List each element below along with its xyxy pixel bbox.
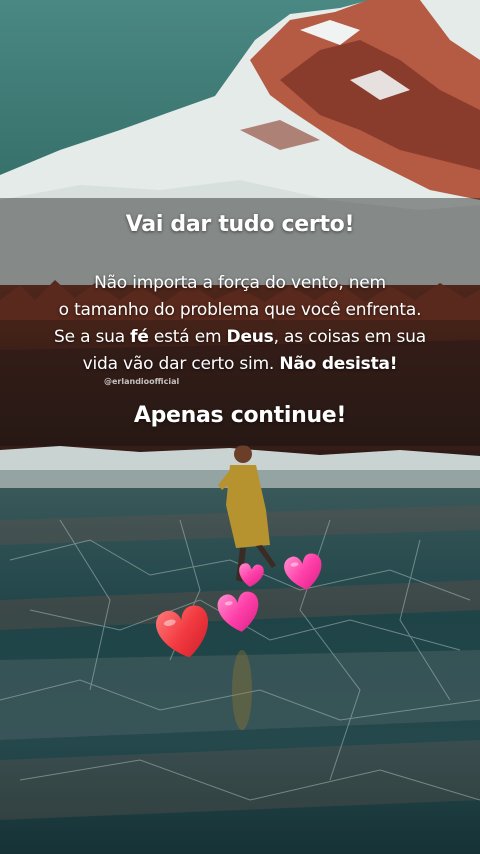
quote-line: Se a sua fé está em Deus, as coisas em s… (0, 324, 480, 351)
quote-title: Vai dar tudo certo! (125, 212, 355, 237)
emphasis-god: Deus (226, 327, 274, 347)
quote-body: Não importa a força do vento, nem o tama… (0, 270, 480, 378)
text-fragment: está em (148, 327, 227, 347)
quote-line: o tamanho do problema que você enfrenta. (58, 300, 422, 320)
watermark-handle: @erlandioofficial (104, 377, 180, 386)
text-fragment: vida vão dar certo sim. (82, 354, 280, 374)
quote-line: Não importa a força do vento, nem (94, 273, 386, 293)
emphasis-faith: fé (130, 327, 149, 347)
quote-line: vida vão dar certo sim. Não desista! (0, 351, 480, 378)
text-fragment: , as coisas em sua (273, 327, 427, 347)
quote-closing: Apenas continue! (133, 403, 347, 428)
emphasis-dont-give-up: Não desista! (279, 354, 398, 374)
photo-quote-post: Vai dar tudo certo! Não importa a força … (0, 0, 480, 854)
text-fragment: Se a sua (54, 327, 131, 347)
